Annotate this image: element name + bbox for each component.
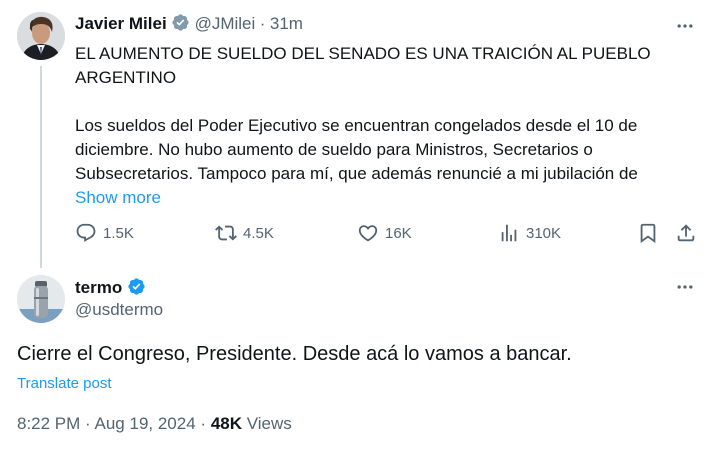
reply-icon [76, 223, 96, 242]
reply-date[interactable]: Aug 19, 2024 [95, 414, 196, 433]
parent-avatar[interactable] [17, 12, 65, 60]
repost-button[interactable]: 4.5K [215, 222, 274, 244]
like-button[interactable]: 16K [357, 222, 412, 244]
repost-count: 4.5K [243, 224, 274, 242]
reply-more-button[interactable] [674, 276, 696, 298]
reply-handle[interactable]: @usdtermo [75, 300, 163, 319]
share-icon [677, 224, 695, 242]
parent-action-bar: 1.5K 4.5K 16K 310K [75, 222, 700, 250]
meta-separator: · [85, 414, 91, 433]
reply-count: 1.5K [103, 224, 134, 242]
views-icon [501, 224, 517, 242]
parent-author-name[interactable]: Javier Milei [75, 14, 167, 33]
verified-icon [172, 14, 189, 31]
verified-icon [128, 278, 145, 295]
reply-avatar[interactable] [17, 275, 65, 323]
repost-icon [215, 225, 237, 241]
more-icon [677, 24, 693, 28]
reply-views-count[interactable]: 48K [211, 414, 242, 433]
parent-header: Javier Milei @JMilei · 31m [75, 13, 303, 34]
parent-more-button[interactable] [674, 15, 696, 37]
parent-separator: · [259, 14, 266, 33]
reply-author-name[interactable]: termo [75, 278, 122, 297]
parent-handle[interactable]: @JMilei [195, 14, 256, 33]
reply-meta: 8:22 PM · Aug 19, 2024 · 48K Views [17, 414, 292, 434]
reply-views-label: Views [246, 414, 292, 433]
parent-time[interactable]: 31m [270, 14, 303, 33]
reply-time[interactable]: 8:22 PM [17, 414, 80, 433]
views-button[interactable]: 310K [498, 222, 561, 244]
milei-avatar-image [17, 12, 65, 60]
bookmark-button[interactable] [637, 222, 659, 244]
like-count: 16K [385, 224, 412, 242]
translate-post-link[interactable]: Translate post [17, 375, 112, 392]
reply-button[interactable]: 1.5K [75, 222, 134, 244]
meta-separator: · [200, 414, 207, 433]
thread-line [40, 66, 42, 268]
parent-tweet-text: EL AUMENTO DE SUELDO DEL SENADO ES UNA T… [75, 42, 695, 210]
termo-avatar-image [17, 275, 65, 323]
like-icon [358, 225, 378, 242]
reply-author-block: termo @usdtermo [75, 277, 163, 320]
parent-body: Los sueldos del Poder Ejecutivo se encue… [75, 116, 638, 183]
views-count: 310K [526, 224, 562, 242]
reply-text: Cierre el Congreso, Presidente. Desde ac… [17, 343, 572, 365]
share-button[interactable] [675, 222, 697, 244]
bookmark-icon [640, 223, 656, 244]
show-more-link[interactable]: Show more [75, 188, 161, 207]
parent-headline: EL AUMENTO DE SUELDO DEL SENADO ES UNA T… [75, 44, 651, 87]
more-icon [677, 285, 693, 289]
